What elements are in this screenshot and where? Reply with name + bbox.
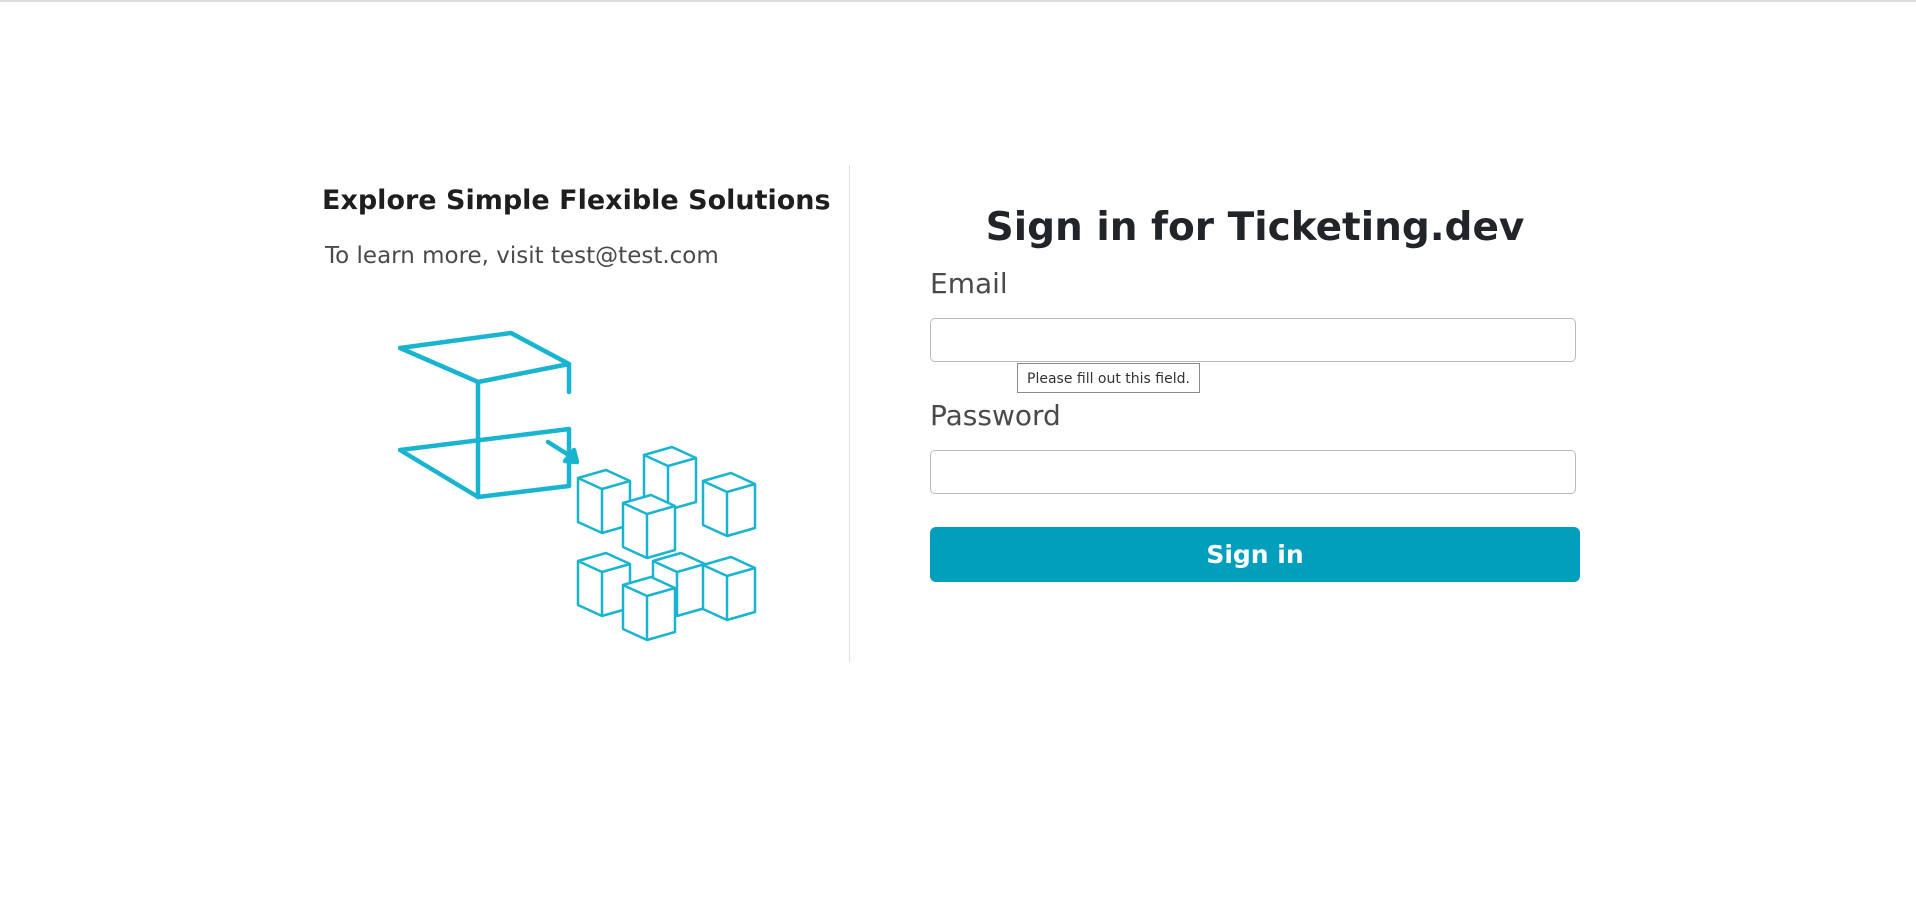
email-label: Email	[930, 267, 1008, 300]
top-rule	[0, 0, 1916, 2]
validation-tooltip: Please fill out this field.	[1017, 363, 1200, 393]
small-cube	[621, 493, 677, 560]
small-cube	[701, 471, 757, 538]
small-cube	[621, 575, 677, 642]
large-cube-front-edges	[398, 345, 572, 500]
promo-subtitle: To learn more, visit test@test.com	[325, 243, 719, 269]
panel-divider	[849, 165, 850, 662]
email-field[interactable]	[930, 318, 1576, 362]
signin-button[interactable]: Sign in	[930, 527, 1580, 582]
small-cube	[701, 555, 757, 622]
password-field[interactable]	[930, 450, 1576, 494]
password-label: Password	[930, 399, 1061, 432]
signin-title: Sign in for Ticketing.dev	[985, 205, 1525, 250]
cubes-illustration	[398, 330, 757, 642]
promo-title: Explore Simple Flexible Solutions	[322, 185, 831, 216]
